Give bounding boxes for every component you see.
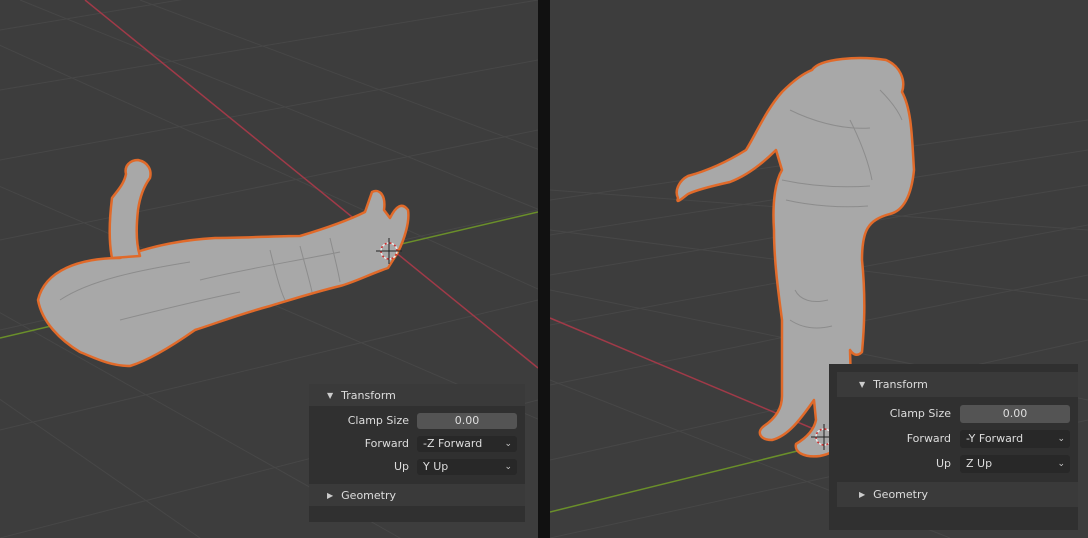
chevron-down-icon: ⌄ bbox=[1057, 434, 1065, 444]
geometry-section-header[interactable]: ▶ Geometry bbox=[309, 484, 525, 506]
up-dropdown[interactable]: Y Up ⌄ bbox=[417, 459, 517, 475]
geometry-header-label: Geometry bbox=[341, 488, 397, 502]
up-row: Up Z Up ⌄ bbox=[829, 454, 1078, 474]
up-row: Up Y Up ⌄ bbox=[309, 458, 525, 476]
forward-dropdown-value: -Y Forward bbox=[966, 432, 1024, 445]
up-dropdown-value: Y Up bbox=[423, 460, 449, 473]
character-mesh-lying[interactable] bbox=[36, 158, 410, 368]
collapsed-triangle-icon: ▶ bbox=[327, 490, 334, 500]
forward-dropdown[interactable]: -Y Forward ⌄ bbox=[960, 430, 1070, 448]
chevron-down-icon: ⌄ bbox=[1057, 459, 1065, 469]
forward-label: Forward bbox=[906, 432, 951, 445]
transform-section-header[interactable]: ▼ Transform bbox=[309, 384, 525, 406]
geometry-header-label: Geometry bbox=[873, 488, 929, 501]
viewport-divider[interactable] bbox=[538, 0, 550, 538]
clamp-size-label: Clamp Size bbox=[347, 414, 409, 427]
chevron-down-icon: ⌄ bbox=[504, 462, 512, 472]
transform-section-header[interactable]: ▼ Transform bbox=[837, 372, 1078, 397]
collapsed-triangle-icon: ▶ bbox=[859, 490, 866, 499]
expanded-triangle-icon: ▼ bbox=[327, 390, 334, 400]
transform-header-label: Transform bbox=[873, 378, 928, 391]
up-label: Up bbox=[935, 457, 951, 470]
clamp-size-row: Clamp Size 0.00 bbox=[829, 404, 1078, 424]
import-settings-panel-left: ▼ Transform Clamp Size 0.00 Forward -Z F… bbox=[309, 384, 525, 522]
clamp-size-row: Clamp Size 0.00 bbox=[309, 412, 525, 430]
forward-row: Forward -Z Forward ⌄ bbox=[309, 435, 525, 453]
viewport-left[interactable]: ▼ Transform Clamp Size 0.00 Forward -Z F… bbox=[0, 0, 538, 538]
up-dropdown[interactable]: Z Up ⌄ bbox=[960, 455, 1070, 473]
clamp-size-field[interactable]: 0.00 bbox=[417, 413, 517, 429]
up-dropdown-value: Z Up bbox=[966, 457, 993, 470]
viewport-right[interactable]: ▼ Transform Clamp Size 0.00 Forward -Y F… bbox=[550, 0, 1088, 538]
up-label: Up bbox=[393, 460, 409, 473]
clamp-size-label: Clamp Size bbox=[889, 407, 951, 420]
transform-header-label: Transform bbox=[341, 388, 396, 402]
chevron-down-icon: ⌄ bbox=[504, 439, 512, 449]
clamp-size-field[interactable]: 0.00 bbox=[960, 405, 1070, 423]
expanded-triangle-icon: ▼ bbox=[859, 380, 866, 389]
forward-dropdown-value: -Z Forward bbox=[423, 437, 483, 450]
import-settings-panel-right: ▼ Transform Clamp Size 0.00 Forward -Y F… bbox=[829, 364, 1078, 530]
forward-row: Forward -Y Forward ⌄ bbox=[829, 429, 1078, 449]
geometry-section-header[interactable]: ▶ Geometry bbox=[837, 482, 1078, 507]
forward-dropdown[interactable]: -Z Forward ⌄ bbox=[417, 436, 517, 452]
forward-label: Forward bbox=[364, 437, 409, 450]
